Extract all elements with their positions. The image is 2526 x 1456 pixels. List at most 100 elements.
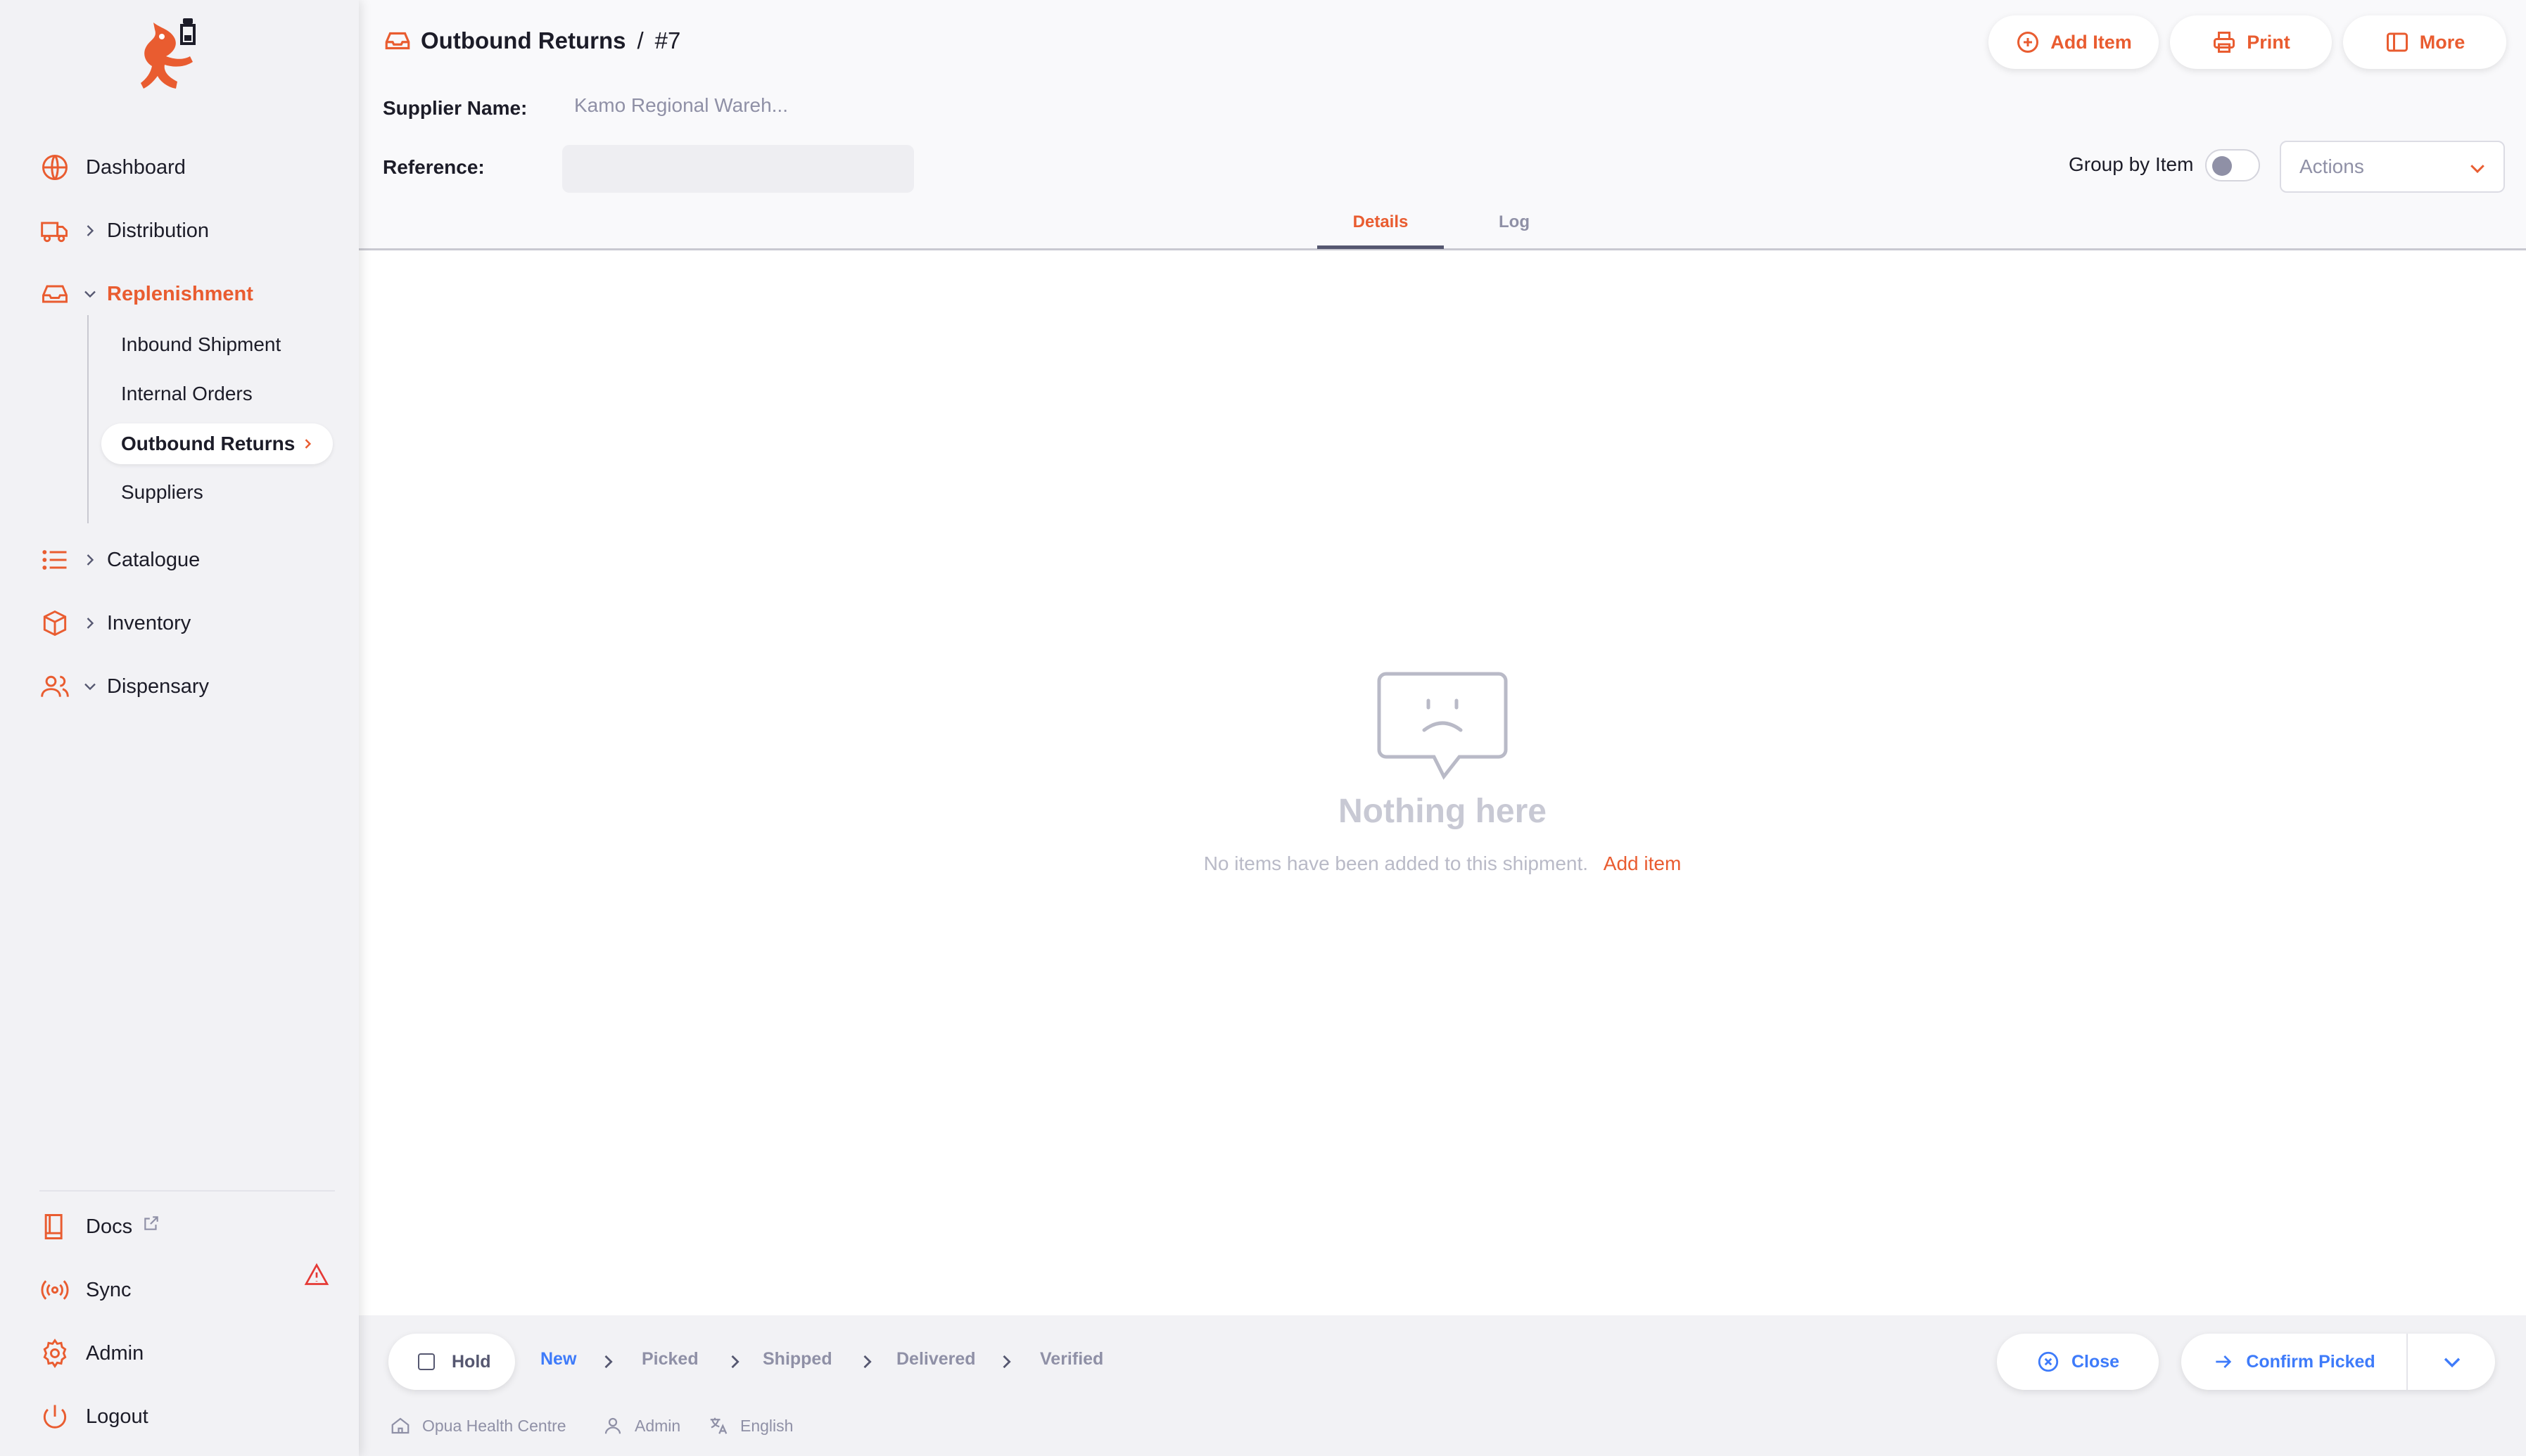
- empty-state-message: No items have been added to this shipmen…: [359, 852, 2526, 875]
- plus-circle-icon: [2017, 32, 2039, 53]
- page-header: Outbound Returns / #7 Add Item Print Mor…: [359, 0, 2526, 250]
- supplier-name-label: Supplier Name:: [383, 97, 528, 119]
- gear-icon: [43, 1339, 67, 1368]
- nav-logout-label: Logout: [86, 1405, 148, 1428]
- home-icon: [391, 1417, 410, 1434]
- power-icon: [43, 1405, 67, 1429]
- sidebar-panel-icon: [2386, 32, 2408, 52]
- tab-log[interactable]: Log: [1458, 212, 1570, 249]
- breadcrumb-record-number: #7: [654, 27, 681, 53]
- empty-state: Nothing here No items have been added to…: [359, 250, 2526, 1315]
- tab-label: Details: [1352, 212, 1409, 231]
- language-name: English: [740, 1416, 794, 1435]
- sidebar-divider: [39, 1190, 335, 1192]
- confirm-picked-label: Confirm Picked: [2246, 1351, 2375, 1372]
- inbox-icon: [42, 285, 68, 303]
- confirm-picked-button[interactable]: Confirm Picked: [2181, 1334, 2408, 1390]
- store-indicator[interactable]: Opua Health Centre: [390, 1415, 566, 1436]
- language-indicator[interactable]: English: [708, 1415, 793, 1436]
- box-icon: [43, 610, 67, 637]
- confirm-split-button: Confirm Picked: [2181, 1334, 2495, 1390]
- users-icon: [41, 675, 69, 697]
- user-name: Admin: [635, 1416, 681, 1435]
- nav-replenishment[interactable]: Replenishment: [39, 272, 253, 317]
- translate-icon: [710, 1417, 728, 1434]
- chevron-down-icon: [2470, 165, 2484, 174]
- chevron-right-icon: [1003, 1355, 1011, 1369]
- group-by-item-toggle[interactable]: [2205, 149, 2260, 181]
- nav-admin-label: Admin: [86, 1341, 144, 1365]
- globe-icon: [42, 155, 68, 180]
- hold-checkbox[interactable]: Hold: [388, 1334, 515, 1390]
- nav-sync[interactable]: Sync: [39, 1267, 131, 1313]
- status-footer: Hold New Picked Shipped Delivered Verifi…: [359, 1315, 2526, 1456]
- nav-docs-label: Docs: [86, 1215, 133, 1238]
- print-label: Print: [2247, 31, 2290, 53]
- breadcrumb-separator: /: [637, 27, 644, 53]
- sub-item-suppliers[interactable]: Suppliers: [121, 473, 203, 512]
- tab-details[interactable]: Details: [1317, 212, 1444, 249]
- chevron-down-icon: [2444, 1358, 2461, 1368]
- book-icon: [44, 1214, 63, 1239]
- chevron-right-icon: [87, 618, 94, 629]
- chevron-down-icon: [84, 683, 96, 691]
- sub-item-internal-orders[interactable]: Internal Orders: [121, 374, 253, 414]
- more-button[interactable]: More: [2343, 15, 2506, 69]
- nav-distribution[interactable]: Distribution: [39, 208, 209, 253]
- empty-state-text: No items have been added to this shipmen…: [1203, 852, 1589, 874]
- nav-logout[interactable]: Logout: [39, 1394, 148, 1439]
- printer-icon: [2214, 32, 2235, 53]
- chevron-right-icon: [604, 1355, 613, 1369]
- user-icon: [604, 1417, 621, 1434]
- reference-input[interactable]: [562, 145, 914, 193]
- arrow-right-icon: [2216, 1355, 2232, 1368]
- nav-catalogue[interactable]: Catalogue: [39, 537, 200, 582]
- external-link-icon: [144, 1216, 158, 1230]
- nav-dispensary[interactable]: Dispensary: [39, 664, 209, 709]
- add-item-label: Add Item: [2050, 31, 2132, 53]
- submenu-guide-line: [87, 315, 89, 523]
- tab-label: Log: [1499, 212, 1530, 231]
- nav-docs[interactable]: Docs: [39, 1204, 160, 1249]
- chevron-right-icon: [305, 439, 312, 449]
- nav-inventory[interactable]: Inventory: [39, 601, 191, 646]
- nav-admin[interactable]: Admin: [39, 1331, 144, 1376]
- chevron-right-icon: [87, 554, 94, 566]
- print-button[interactable]: Print: [2170, 15, 2332, 69]
- chevron-right-icon: [731, 1355, 740, 1369]
- close-label: Close: [2071, 1351, 2120, 1372]
- nav-distribution-label: Distribution: [107, 219, 210, 242]
- breadcrumb-section[interactable]: Outbound Returns: [421, 27, 626, 54]
- hold-checkbox-box[interactable]: [418, 1353, 435, 1370]
- toggle-knob: [2212, 156, 2232, 176]
- actions-select[interactable]: Actions: [2280, 141, 2505, 193]
- status-delivered: Delivered: [896, 1349, 976, 1369]
- add-item-button[interactable]: Add Item: [1988, 15, 2159, 69]
- sub-item-outbound-returns[interactable]: Outbound Returns: [101, 423, 334, 464]
- chevron-right-icon: [863, 1355, 872, 1369]
- confirm-dropdown-button[interactable]: [2409, 1334, 2495, 1390]
- nav-replenishment-label: Replenishment: [107, 282, 253, 305]
- sidebar: Dashboard Distribution Replenishment Inb…: [0, 0, 359, 1456]
- sub-item-label: Suppliers: [121, 481, 203, 503]
- breadcrumb: Outbound Returns / #7: [383, 24, 680, 58]
- sub-item-label: Internal Orders: [121, 383, 253, 404]
- status-shipped: Shipped: [763, 1349, 832, 1369]
- truck-icon: [41, 222, 68, 243]
- sub-item-inbound-shipment[interactable]: Inbound Shipment: [121, 325, 281, 364]
- store-name: Opua Health Centre: [422, 1416, 566, 1435]
- user-indicator[interactable]: Admin: [602, 1415, 680, 1436]
- reference-label: Reference:: [383, 156, 485, 178]
- warning-icon[interactable]: [304, 1262, 329, 1287]
- nav-dashboard[interactable]: Dashboard: [39, 145, 186, 190]
- nav-dashboard-label: Dashboard: [86, 155, 186, 179]
- nav-dispensary-label: Dispensary: [107, 675, 210, 698]
- close-button[interactable]: Close: [1997, 1334, 2159, 1390]
- supplier-name-value: Kamo Regional Wareh...: [574, 94, 788, 116]
- list-icon: [42, 550, 67, 570]
- nav-inventory-label: Inventory: [107, 611, 191, 634]
- sub-item-label: Inbound Shipment: [121, 333, 281, 355]
- app-logo[interactable]: [141, 15, 211, 104]
- nav-sync-label: Sync: [86, 1278, 132, 1301]
- add-item-link[interactable]: Add item: [1604, 852, 1682, 874]
